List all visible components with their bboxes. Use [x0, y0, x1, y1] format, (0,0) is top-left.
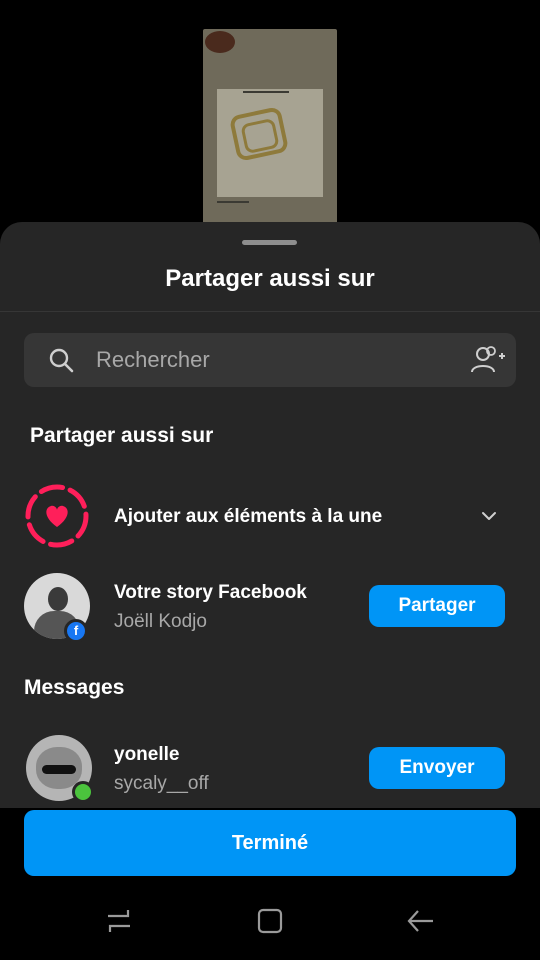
search-icon — [49, 348, 74, 373]
preview-text-line — [243, 91, 289, 93]
chevron-down-icon[interactable] — [478, 508, 500, 524]
back-arrow-icon[interactable] — [406, 906, 436, 936]
facebook-account-name: Joëll Kodjo — [114, 611, 207, 632]
done-button[interactable]: Terminé — [24, 810, 516, 876]
send-button[interactable]: Envoyer — [369, 747, 505, 789]
highlights-label: Ajouter aux éléments à la une — [114, 506, 383, 527]
preview-text-line — [217, 201, 249, 203]
facebook-icon: f — [64, 619, 88, 643]
recents-icon[interactable] — [104, 906, 134, 936]
contact-username: sycaly__off — [114, 773, 209, 794]
system-nav-bar — [0, 882, 540, 960]
share-section-heading: Partager aussi sur — [30, 424, 214, 447]
story-preview-thumbnail — [203, 29, 337, 229]
contact-name: yonelle — [114, 744, 180, 765]
facebook-story-title: Votre story Facebook — [114, 582, 307, 603]
add-people-icon[interactable] — [470, 345, 506, 375]
search-input[interactable] — [96, 333, 456, 387]
avatar-sunglasses — [42, 765, 76, 774]
online-status-dot — [72, 781, 94, 803]
search-bar[interactable] — [24, 333, 516, 387]
avatar-head — [48, 587, 68, 611]
home-icon[interactable] — [255, 906, 285, 936]
sheet-drag-handle[interactable] — [242, 240, 297, 245]
heart-ring-icon — [25, 484, 89, 548]
preview-decoration — [205, 31, 235, 53]
share-button[interactable]: Partager — [369, 585, 505, 627]
messages-heading: Messages — [24, 676, 125, 699]
add-to-highlights-row[interactable] — [0, 262, 540, 332]
